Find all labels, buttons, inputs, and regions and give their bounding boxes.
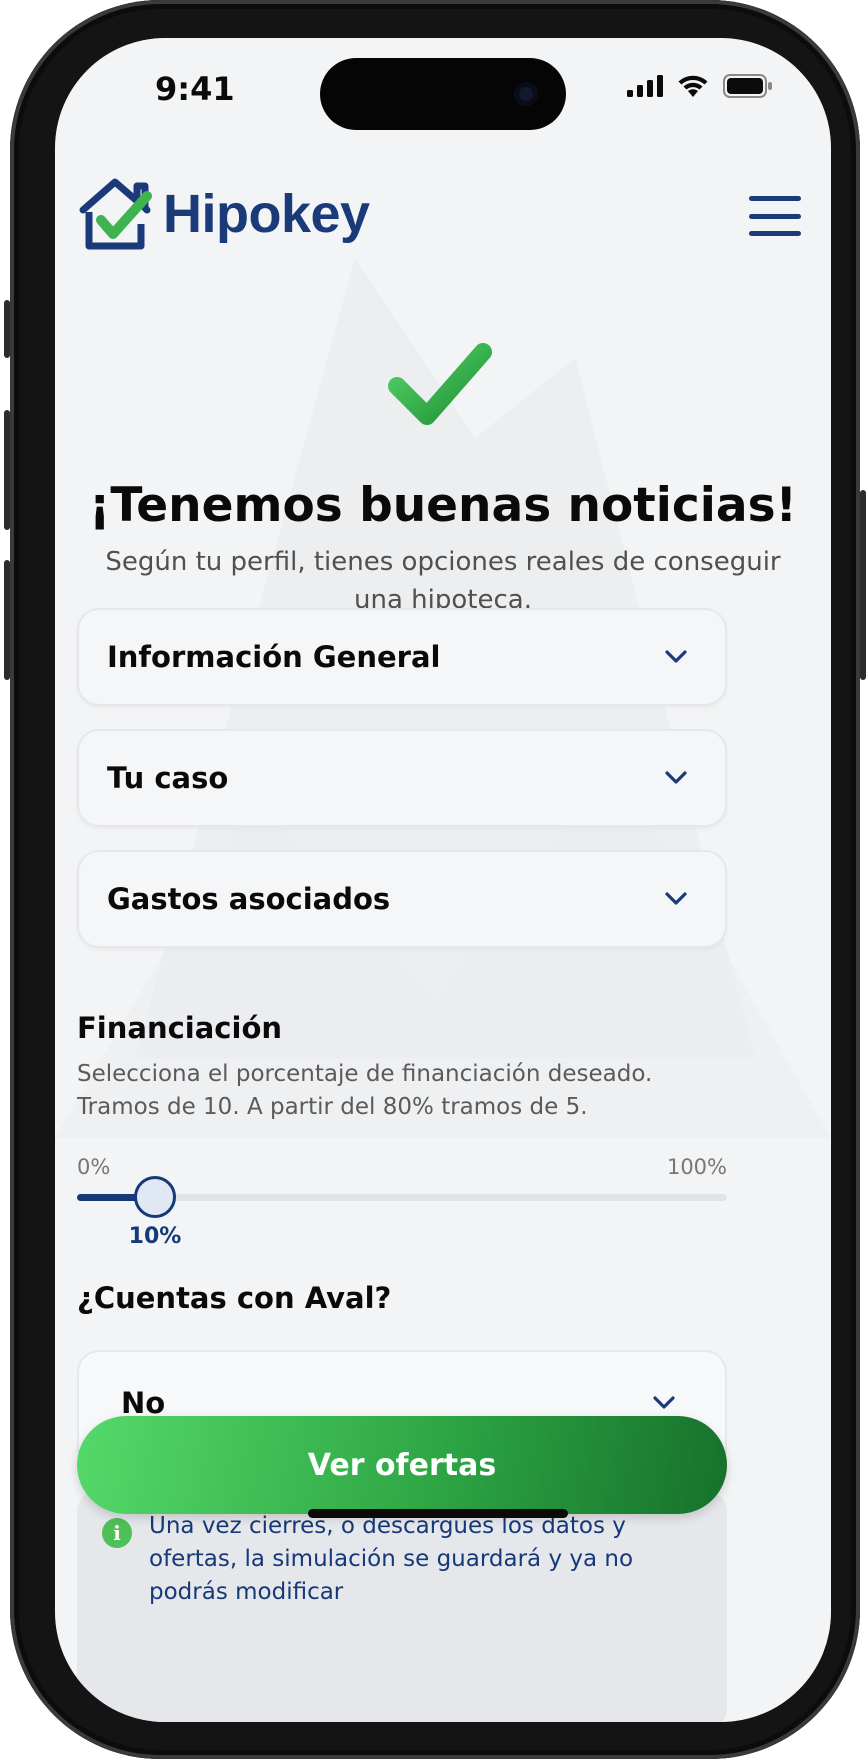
volume-up-button <box>4 410 10 530</box>
hamburger-menu-icon[interactable] <box>749 196 801 236</box>
financing-title: Financiación <box>77 1011 283 1045</box>
financing-slider[interactable] <box>77 1176 727 1218</box>
power-button <box>860 490 866 680</box>
volume-down-button <box>4 560 10 680</box>
guarantor-title: ¿Cuentas con Aval? <box>77 1281 392 1315</box>
financing-description-line: Selecciona el porcentaje de financiación… <box>77 1061 653 1087</box>
phone-frame: 9:41 Hipokey ¡Tenemos buenas noticias! S… <box>4 0 866 1759</box>
page-title: ¡Tenemos buenas noticias! <box>89 478 797 533</box>
front-camera <box>514 82 538 106</box>
accordion-gastos-asociados[interactable]: Gastos asociados <box>77 850 727 948</box>
financing-description-line: Tramos de 10. A partir del 80% tramos de… <box>77 1094 588 1120</box>
dynamic-island <box>320 58 566 130</box>
see-offers-button[interactable]: Ver ofertas <box>77 1416 727 1514</box>
chevron-down-icon <box>665 892 687 905</box>
info-icon: i <box>102 1518 132 1548</box>
chevron-down-icon <box>653 1396 675 1409</box>
slider-value-label: 10% <box>128 1224 182 1249</box>
info-notice: i Una vez cierres, o descargues los dato… <box>77 1490 727 1722</box>
accordion-label: Información General <box>107 640 441 674</box>
menu-bar <box>749 213 801 219</box>
success-check-icon <box>388 343 492 425</box>
slider-thumb[interactable] <box>134 1176 176 1218</box>
guarantor-selected-value: No <box>121 1386 166 1420</box>
house-check-logo-icon <box>79 178 152 250</box>
financing-description: Selecciona el porcentaje de financiación… <box>77 1058 717 1124</box>
app-screen: 9:41 Hipokey ¡Tenemos buenas noticias! S… <box>55 38 831 1722</box>
slider-min-label: 0% <box>77 1155 111 1179</box>
action-button <box>4 300 10 358</box>
accordion-informacion-general[interactable]: Información General <box>77 608 727 706</box>
brand-name: Hipokey <box>163 184 370 244</box>
menu-bar <box>749 231 801 236</box>
wifi-icon <box>678 75 708 97</box>
accordion-label: Gastos asociados <box>107 882 391 916</box>
accordion-tu-caso[interactable]: Tu caso <box>77 729 727 827</box>
menu-bar <box>749 196 801 201</box>
cellular-signal-icon <box>627 75 663 97</box>
battery-icon <box>723 74 772 98</box>
chevron-down-icon <box>665 771 687 784</box>
brand-logo[interactable]: Hipokey <box>77 176 370 252</box>
chevron-down-icon <box>665 650 687 663</box>
slider-max-label: 100% <box>666 1155 727 1179</box>
home-indicator <box>308 1509 568 1518</box>
status-icons <box>627 74 773 98</box>
accordion-label: Tu caso <box>107 761 229 795</box>
notice-text: Una vez cierres, o descargues los datos … <box>149 1513 634 1605</box>
status-time: 9:41 <box>155 70 235 108</box>
